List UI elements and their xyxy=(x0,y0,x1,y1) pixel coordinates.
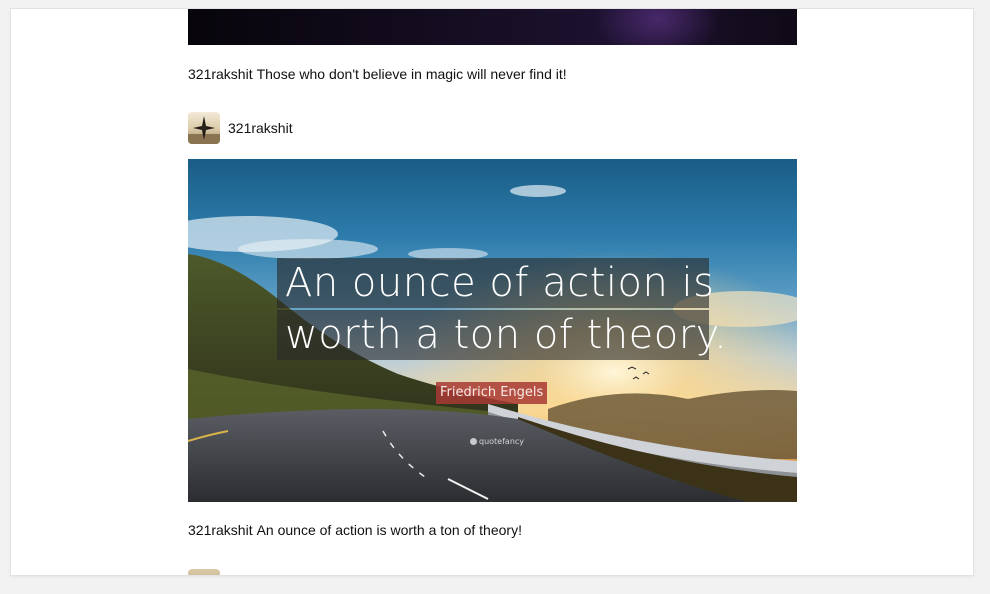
quote-line-2: worth a ton of theory. xyxy=(277,310,727,360)
avatar-icon xyxy=(188,116,220,144)
quote-line-1: An ounce of action is xyxy=(277,258,714,308)
post-header: 321rakshit xyxy=(188,112,293,144)
caption-text: Those who don't believe in magic will ne… xyxy=(256,66,567,82)
quote-author: Friedrich Engels xyxy=(436,382,548,404)
avatar[interactable] xyxy=(188,112,220,144)
post-username[interactable]: 321rakshit xyxy=(228,120,293,136)
next-post-avatar[interactable] xyxy=(188,569,220,575)
previous-post-image[interactable] xyxy=(188,9,797,45)
watermark: quotefancy xyxy=(470,437,524,446)
quote-text: An ounce of action is worth a ton of the… xyxy=(277,258,727,362)
previous-post-caption: 321rakshit Those who don't believe in mag… xyxy=(188,65,567,83)
feed-panel: 321rakshit Those who don't believe in mag… xyxy=(10,8,974,576)
caption-username[interactable]: 321rakshit xyxy=(188,66,253,82)
watermark-text: quotefancy xyxy=(479,437,525,446)
caption-username[interactable]: 321rakshit xyxy=(188,522,253,538)
post-image[interactable]: An ounce of action is worth a ton of the… xyxy=(188,159,797,502)
caption-text: An ounce of action is worth a ton of the… xyxy=(256,522,522,538)
watermark-logo-icon xyxy=(470,438,477,445)
post-caption: 321rakshit An ounce of action is worth a … xyxy=(188,521,522,539)
